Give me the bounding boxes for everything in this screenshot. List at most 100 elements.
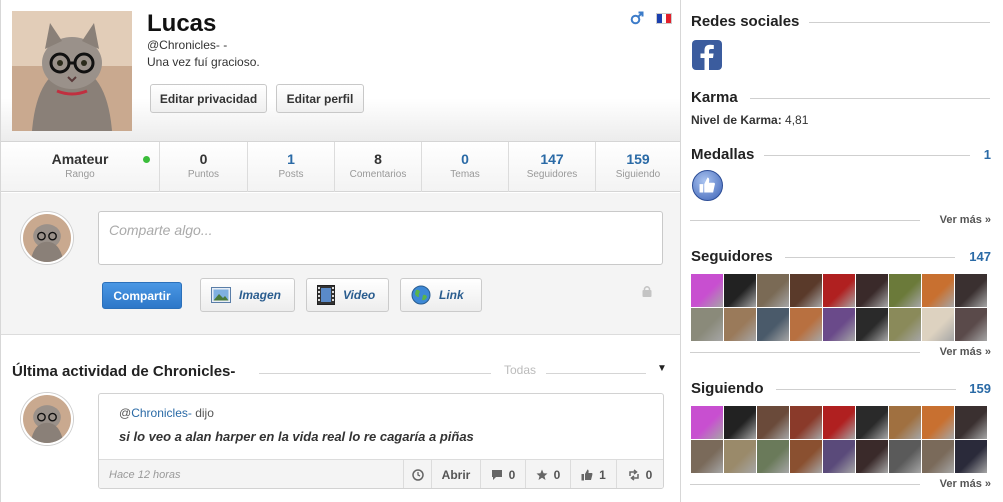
favorite-button[interactable]: 0 — [525, 460, 570, 488]
follower-avatar[interactable] — [955, 274, 987, 307]
profile-main-column: Lucas @Chronicles- - Una vez fuí gracios… — [0, 0, 681, 502]
open-post-label: Abrir — [441, 468, 471, 482]
edit-profile-button[interactable]: Editar perfil — [276, 84, 364, 113]
following-avatar[interactable] — [955, 440, 987, 473]
follower-avatar[interactable] — [823, 308, 855, 341]
following-avatar[interactable] — [922, 440, 954, 473]
composer-avatar — [21, 212, 73, 264]
divider — [750, 98, 990, 99]
stat-followers[interactable]: 147 Seguidores — [509, 142, 596, 192]
attach-video-label: Video — [343, 288, 376, 302]
follower-avatar[interactable] — [757, 308, 789, 341]
followers-count[interactable]: 147 — [969, 249, 991, 264]
like-button[interactable]: 1 — [570, 460, 616, 488]
following-avatar[interactable] — [856, 440, 888, 473]
share-input[interactable] — [98, 211, 663, 265]
medal-thumbs-up-icon[interactable] — [692, 170, 723, 201]
comments-button[interactable]: 0 — [480, 460, 525, 488]
following-avatar[interactable] — [823, 440, 855, 473]
stat-posts[interactable]: 1 Posts — [248, 142, 335, 192]
stat-rank: Amateur Rango — [1, 142, 160, 192]
divider — [760, 155, 970, 156]
following-avatar[interactable] — [790, 406, 822, 439]
medals-see-more-link[interactable]: Ver más » — [931, 214, 991, 226]
follower-avatar[interactable] — [724, 274, 756, 307]
divider — [690, 220, 920, 221]
stat-topics[interactable]: 0 Temas — [422, 142, 509, 192]
stat-posts-value[interactable]: 1 — [248, 151, 334, 167]
thumbs-up-icon — [581, 469, 593, 481]
follower-avatar[interactable] — [922, 308, 954, 341]
post-avatar[interactable] — [21, 393, 73, 445]
comments-count: 0 — [508, 468, 516, 482]
following-avatar[interactable] — [955, 406, 987, 439]
lock-icon[interactable] — [641, 285, 653, 297]
attach-video-button[interactable]: Video — [306, 278, 389, 312]
follower-avatar[interactable] — [922, 274, 954, 307]
chevron-down-icon[interactable]: ▼ — [657, 363, 667, 374]
stat-followers-value[interactable]: 147 — [509, 151, 595, 167]
followers-see-more-link[interactable]: Ver más » — [931, 346, 991, 358]
image-icon — [211, 287, 231, 303]
follower-avatar[interactable] — [955, 308, 987, 341]
post-author-prefix: @ — [119, 406, 132, 420]
profile-stats-bar: Amateur Rango 0 Puntos 1 Posts 8 Comenta… — [1, 142, 680, 192]
reshare-button[interactable]: 0 — [616, 460, 663, 488]
karma-level: Nivel de Karma: 4,81 — [691, 113, 808, 127]
stat-rank-label: Rango — [65, 169, 95, 180]
profile-avatar[interactable] — [12, 11, 132, 131]
follower-avatar[interactable] — [790, 308, 822, 341]
follower-avatar[interactable] — [889, 308, 921, 341]
following-avatar[interactable] — [724, 440, 756, 473]
stat-following-value[interactable]: 159 — [596, 151, 680, 167]
divider — [690, 352, 920, 353]
following-avatar[interactable] — [790, 440, 822, 473]
following-see-more-link[interactable]: Ver más » — [931, 478, 991, 490]
star-icon — [536, 469, 548, 480]
share-composer: Compartir Imagen Video — [1, 193, 680, 335]
divider — [259, 373, 491, 374]
post-author-link[interactable]: Chronicles- — [131, 406, 192, 420]
following-avatar[interactable] — [691, 406, 723, 439]
facebook-icon[interactable] — [692, 40, 722, 70]
following-avatar[interactable] — [889, 406, 921, 439]
follower-avatar[interactable] — [691, 274, 723, 307]
following-avatar[interactable] — [691, 440, 723, 473]
following-count[interactable]: 159 — [969, 381, 991, 396]
followers-title: Seguidores — [691, 248, 783, 265]
post-author-suffix: dijo — [191, 406, 214, 420]
following-avatar[interactable] — [757, 440, 789, 473]
follower-avatar[interactable] — [889, 274, 921, 307]
following-avatar[interactable] — [757, 406, 789, 439]
medals-count[interactable]: 1 — [984, 147, 991, 162]
follower-avatar[interactable] — [691, 308, 723, 341]
follower-avatar[interactable] — [823, 274, 855, 307]
follower-avatar[interactable] — [856, 308, 888, 341]
stat-following[interactable]: 159 Siguiendo — [596, 142, 680, 192]
followers-grid — [691, 274, 991, 341]
activity-filter[interactable]: Todas — [504, 363, 536, 377]
following-avatar[interactable] — [856, 406, 888, 439]
clock-icon — [403, 460, 431, 488]
follower-avatar[interactable] — [724, 308, 756, 341]
post-text: si lo veo a alan harper en la vida real … — [119, 429, 474, 444]
stat-topics-label: Temas — [450, 169, 480, 180]
male-icon — [630, 11, 644, 25]
follower-avatar[interactable] — [790, 274, 822, 307]
share-button[interactable]: Compartir — [102, 282, 182, 309]
social-networks-title: Redes sociales — [691, 13, 810, 30]
follower-avatar[interactable] — [856, 274, 888, 307]
attach-link-button[interactable]: Link — [400, 278, 482, 312]
following-avatar[interactable] — [889, 440, 921, 473]
stat-comments-label: Comentarios — [349, 169, 407, 180]
follower-avatar[interactable] — [757, 274, 789, 307]
following-avatar[interactable] — [724, 406, 756, 439]
activity-title: Última actividad de Chronicles- — [12, 363, 236, 380]
open-post-button[interactable]: Abrir — [431, 460, 480, 488]
stat-topics-value[interactable]: 0 — [422, 151, 508, 167]
following-avatar[interactable] — [823, 406, 855, 439]
edit-privacy-button[interactable]: Editar privacidad — [150, 84, 267, 113]
attach-image-button[interactable]: Imagen — [200, 278, 295, 312]
following-avatar[interactable] — [922, 406, 954, 439]
profile-bio: Una vez fuí gracioso. — [147, 55, 260, 69]
